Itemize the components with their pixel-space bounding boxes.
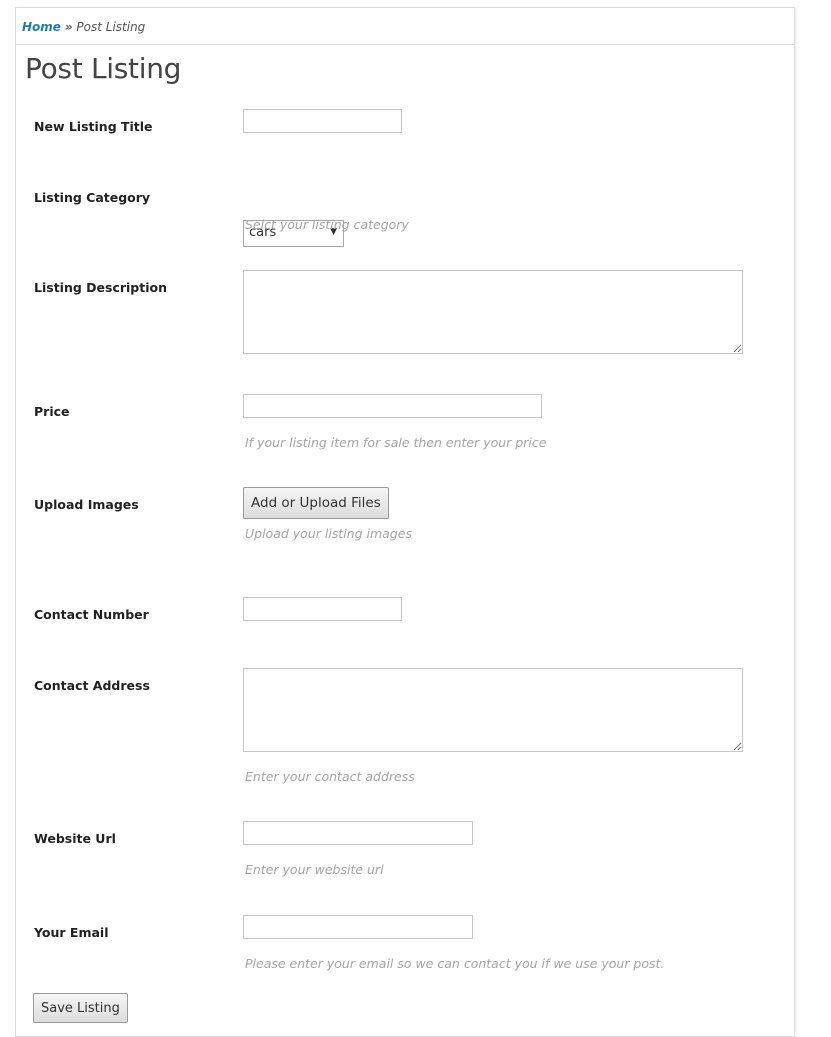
- listing-title-input[interactable]: [243, 109, 402, 133]
- contact-number-input[interactable]: [243, 597, 402, 621]
- email-label: Your Email: [34, 925, 109, 940]
- breadcrumb-home-link[interactable]: Home: [22, 20, 61, 34]
- listing-description-textarea[interactable]: [243, 270, 743, 354]
- website-url-hint: Enter your website url: [245, 862, 384, 877]
- contact-address-hint: Enter your contact address: [245, 769, 415, 784]
- breadcrumb-separator: »: [64, 20, 73, 34]
- contact-address-textarea[interactable]: [243, 668, 743, 752]
- breadcrumb-current: Post Listing: [76, 20, 146, 34]
- email-input[interactable]: [243, 915, 473, 939]
- price-input[interactable]: [243, 394, 542, 418]
- email-hint: Please enter your email so we can contac…: [245, 956, 665, 971]
- post-listing-card: Home » Post Listing Post Listing New Lis…: [15, 7, 795, 1037]
- add-upload-files-button[interactable]: Add or Upload Files: [243, 487, 389, 519]
- contact-number-label: Contact Number: [34, 607, 149, 622]
- listing-category-hint: Selct your listing category: [245, 217, 409, 232]
- listing-description-label: Listing Description: [34, 280, 167, 295]
- price-label: Price: [34, 404, 70, 419]
- breadcrumb: Home » Post Listing: [16, 8, 794, 45]
- website-url-label: Website Url: [34, 831, 116, 846]
- upload-images-label: Upload Images: [34, 497, 139, 512]
- website-url-input[interactable]: [243, 821, 473, 845]
- listing-title-label: New Listing Title: [34, 119, 153, 134]
- contact-address-label: Contact Address: [34, 678, 150, 693]
- page-title: Post Listing: [25, 52, 182, 85]
- price-hint: If your listing item for sale then enter…: [245, 435, 547, 450]
- upload-images-hint: Upload your listing images: [245, 526, 412, 541]
- save-listing-button[interactable]: Save Listing: [33, 993, 128, 1023]
- listing-category-label: Listing Category: [34, 190, 151, 205]
